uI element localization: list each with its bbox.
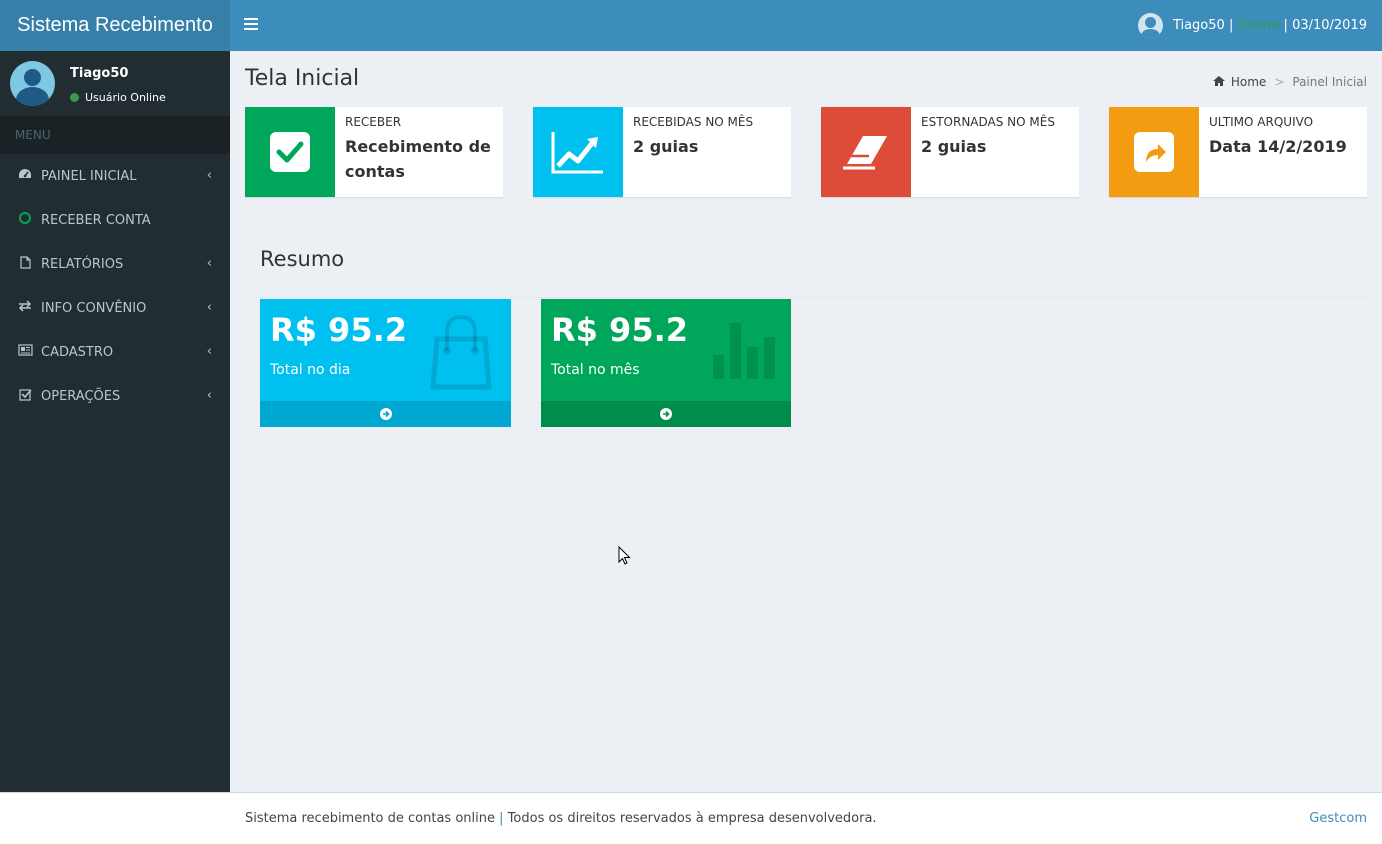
info-box-ultimo-arquivo[interactable]: ULTIMO ARQUIVO Data 14/2/2019 [1109, 107, 1367, 197]
info-box-estornadas[interactable]: ESTORNADAS NO MÊS 2 guias [821, 107, 1079, 197]
footer-separator: | [499, 811, 504, 826]
divider [260, 297, 1365, 298]
newspaper-icon [17, 344, 33, 360]
avatar [10, 61, 55, 106]
info-box-label: ESTORNADAS NO MÊS [921, 115, 1055, 129]
user-name: Tiago50 [70, 66, 129, 81]
menu-header: MENU [0, 116, 230, 154]
info-box-value: Data 14/2/2019 [1209, 137, 1347, 156]
file-icon [17, 255, 33, 273]
shopping-bag-icon [421, 311, 501, 395]
small-box-label: Total no dia [270, 362, 351, 378]
small-box-total-mes: R$ 95.2 Total no mês [541, 299, 791, 427]
circle-icon [17, 212, 33, 228]
home-icon [1212, 75, 1225, 89]
navbar-date: 03/10/2019 [1292, 18, 1367, 33]
navbar-avatar [1137, 13, 1163, 38]
chevron-left-icon: ‹ [206, 388, 212, 403]
sidebar-item-label: CADASTRO [41, 344, 114, 360]
navbar-separator: | [1279, 18, 1293, 33]
breadcrumb-home[interactable]: Home [1231, 75, 1266, 89]
small-box-value: R$ 95.2 [551, 311, 688, 349]
chevron-left-icon: ‹ [206, 256, 212, 271]
sidebar-item-label: OPERAÇÕES [41, 388, 121, 404]
breadcrumb-current: Painel Inicial [1292, 75, 1367, 89]
user-status: Usuário Online [70, 91, 166, 104]
eraser-icon [821, 107, 911, 197]
sidebar: Tiago50 Usuário Online MENU PAINEL INICI… [0, 51, 230, 792]
section-title: Resumo [260, 247, 345, 271]
info-box-label: RECEBIDAS NO MÊS [633, 115, 754, 129]
info-box-receber[interactable]: RECEBER Recebimento de contas [245, 107, 503, 197]
sidebar-item-info-convenio[interactable]: INFO CONVÊNIO ‹ [0, 286, 230, 330]
navbar-username: Tiago50 [1172, 18, 1225, 33]
bar-chart-icon [711, 311, 781, 385]
sidebar-item-relatorios[interactable]: RELATÓRIOS ‹ [0, 242, 230, 286]
sidebar-item-label: PAINEL INICIAL [41, 168, 137, 184]
small-box-value: R$ 95.2 [270, 311, 407, 349]
navbar-separator: | [1224, 18, 1238, 33]
sidebar-item-cadastro[interactable]: CADASTRO ‹ [0, 330, 230, 374]
sidebar-item-label: INFO CONVÊNIO [41, 300, 147, 316]
page-title: Tela Inicial [245, 66, 360, 91]
exchange-icon [17, 300, 33, 316]
user-panel: Tiago50 Usuário Online [0, 51, 230, 116]
chevron-left-icon: ‹ [206, 168, 212, 183]
arrow-circle-right-icon [660, 405, 672, 424]
info-box-value: Recebimento de contas [345, 137, 491, 181]
navbar-user-menu[interactable]: Tiago50 | Online | 03/10/2019 [1137, 0, 1367, 51]
user-status-label: Usuário Online [85, 91, 166, 104]
breadcrumb: Home > Painel Inicial [1212, 75, 1367, 89]
top-navbar: Tiago50 | Online | 03/10/2019 [230, 0, 1382, 51]
check-square-icon [17, 388, 33, 405]
app-logo[interactable]: Sistema Recebimento [0, 0, 230, 51]
footer-text: Sistema recebimento de contas online | T… [245, 811, 877, 826]
line-chart-icon [533, 107, 623, 197]
sidebar-item-receber-conta[interactable]: RECEBER CONTA [0, 198, 230, 242]
check-square-icon [245, 107, 335, 197]
arrow-circle-right-icon [379, 405, 392, 424]
mouse-cursor-icon [618, 545, 632, 570]
page-footer: Sistema recebimento de contas online | T… [0, 792, 1382, 844]
dashboard-icon [17, 168, 33, 184]
share-square-icon [1109, 107, 1199, 197]
more-info-button[interactable] [260, 401, 511, 427]
sidebar-item-painel-inicial[interactable]: PAINEL INICIAL ‹ [0, 154, 230, 198]
footer-link-gestcom[interactable]: Gestcom [1309, 811, 1367, 826]
sidebar-item-operacoes[interactable]: OPERAÇÕES ‹ [0, 374, 230, 418]
info-box-value: 2 guias [633, 137, 699, 156]
info-box-recebidas[interactable]: RECEBIDAS NO MÊS 2 guias [533, 107, 791, 197]
navbar-online-status: Online [1237, 18, 1280, 33]
chevron-left-icon: ‹ [206, 344, 212, 359]
chevron-left-icon: ‹ [206, 300, 212, 315]
more-info-button[interactable] [541, 401, 791, 427]
info-box-value: 2 guias [921, 137, 987, 156]
footer-text-rights: Todos os direitos reservados à empresa d… [507, 811, 877, 826]
info-box-label: RECEBER [345, 115, 402, 129]
sidebar-item-label: RELATÓRIOS [41, 256, 124, 272]
small-box-label: Total no mês [551, 362, 640, 378]
info-box-label: ULTIMO ARQUIVO [1209, 115, 1314, 129]
breadcrumb-separator: > [1274, 75, 1285, 89]
small-box-total-dia: R$ 95.2 Total no dia [260, 299, 511, 427]
sidebar-toggle-icon[interactable] [244, 18, 258, 32]
footer-text-main: Sistema recebimento de contas online [245, 811, 495, 826]
online-dot-icon [70, 93, 79, 102]
sidebar-item-label: RECEBER CONTA [41, 212, 151, 228]
